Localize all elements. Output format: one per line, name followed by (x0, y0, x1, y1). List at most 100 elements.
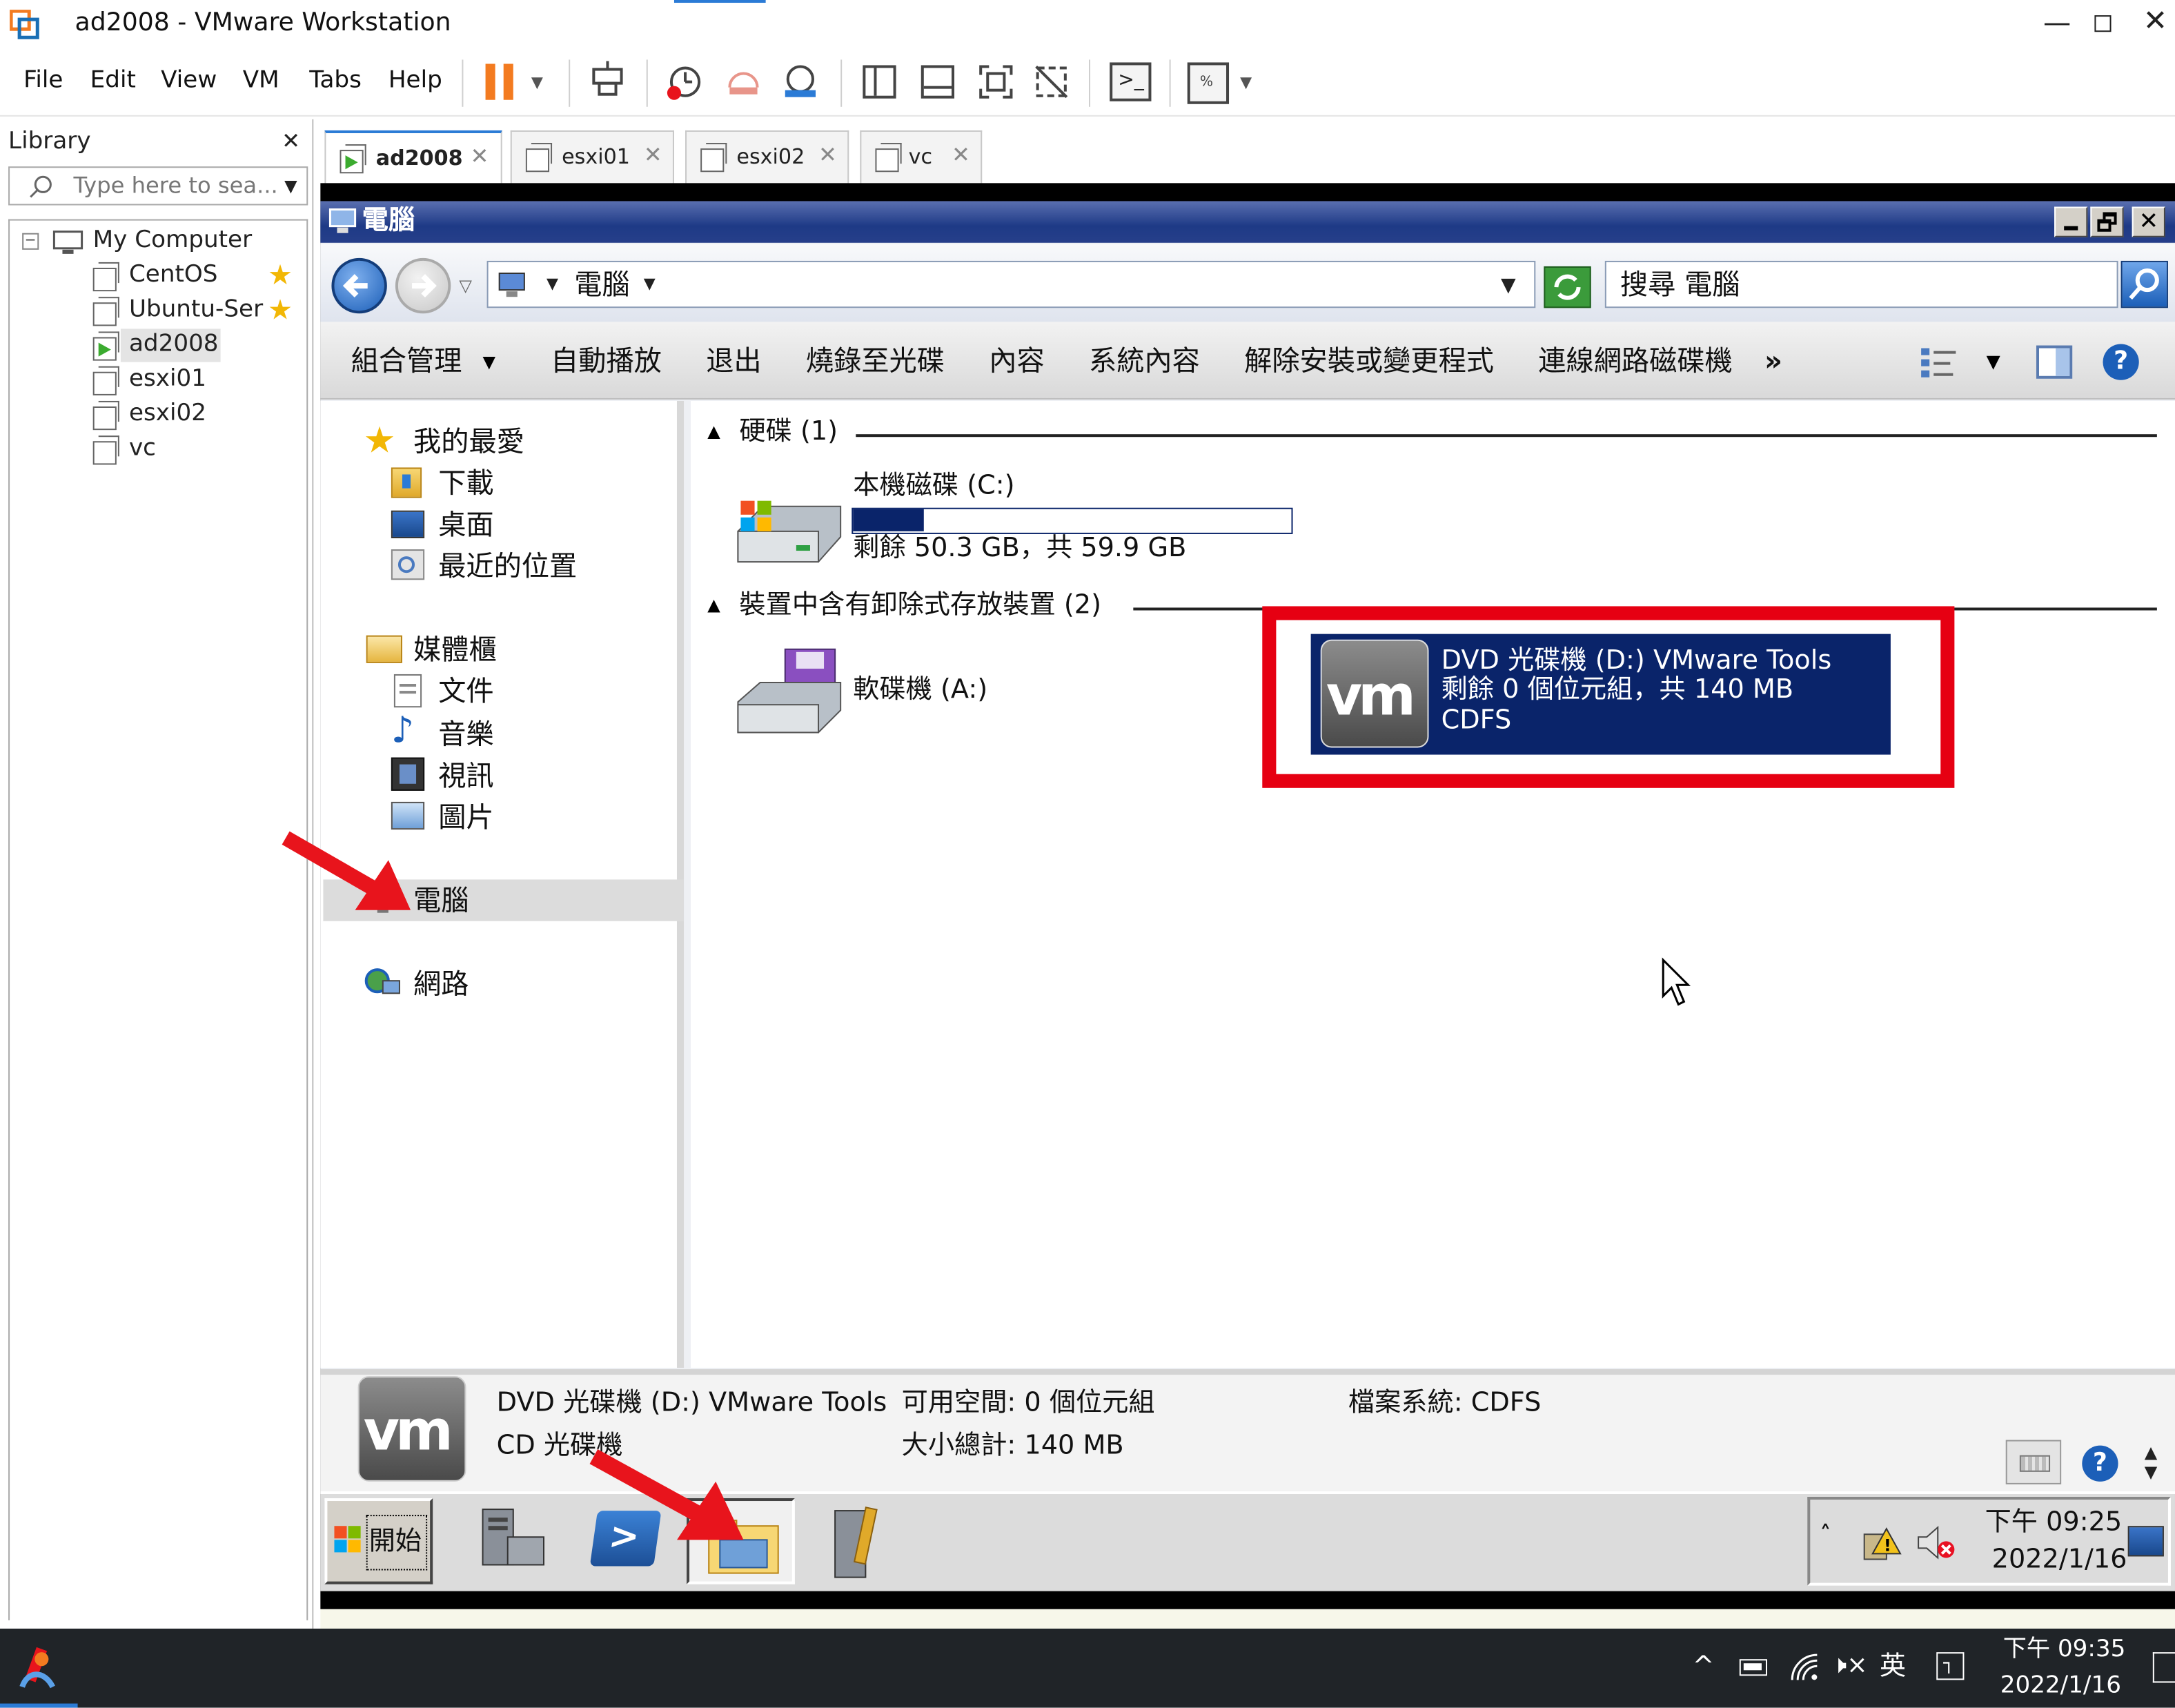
vmware-app-icon[interactable] (17, 1645, 61, 1698)
notification-icon[interactable] (2152, 1652, 2175, 1683)
tree-item-esxi01[interactable]: esxi01 (129, 367, 206, 391)
menu-view[interactable]: View (161, 69, 217, 93)
stretch-guest-icon[interactable]: % (1187, 62, 1230, 104)
tab-close-icon[interactable]: ✕ (952, 144, 970, 166)
hdd-group-header[interactable]: 硬碟 (1) (739, 418, 838, 445)
favorite-star-icon[interactable]: ★ (268, 261, 293, 288)
ime-indicator[interactable]: 英 (1880, 1653, 1906, 1680)
refresh-button[interactable] (1544, 266, 1591, 308)
tree-item-ad2008[interactable]: ad2008 (129, 332, 219, 356)
maximize-button[interactable] (2094, 15, 2112, 32)
search-dropdown-icon[interactable]: ▼ (284, 177, 297, 194)
search-button[interactable] (2120, 260, 2168, 308)
address-dropdown-icon[interactable]: ▼ (1501, 276, 1516, 295)
details-scroll-icon[interactable]: ▲ ▼ (2145, 1443, 2158, 1482)
minimize-button[interactable]: — (2043, 8, 2071, 36)
host-tray-expand-icon[interactable]: ^ (1692, 1653, 1714, 1680)
nav-videos[interactable]: 視訊 (438, 762, 493, 789)
organize-dropdown-icon[interactable]: ▼ (483, 354, 496, 371)
ime-mode-icon[interactable]: ┐ (1936, 1652, 1965, 1680)
address-input[interactable]: ▼ 電腦 ▼ ▼ (486, 260, 1536, 308)
full-screen-icon[interactable] (978, 63, 1014, 105)
forward-button[interactable] (395, 257, 451, 314)
floppy-drive-name[interactable]: 軟碟機 (A:) (853, 676, 987, 703)
tree-root-my-computer[interactable]: My Computer (93, 228, 252, 253)
thumbnail-bar-icon[interactable] (921, 65, 955, 99)
send-ctrl-alt-del-icon[interactable] (588, 61, 627, 108)
tab-esxi01[interactable]: esxi01 ✕ (510, 130, 674, 184)
battery-icon[interactable] (1739, 1659, 1767, 1676)
help-icon[interactable]: ? (2103, 344, 2139, 380)
tree-collapse-icon[interactable]: − (22, 233, 39, 250)
tab-ad2008[interactable]: ad2008 ✕ (324, 130, 502, 184)
breadcrumb-arrow-icon[interactable]: ▼ (547, 276, 558, 291)
snapshot-icon[interactable] (666, 62, 705, 106)
tray-expand-icon[interactable]: ˄ (1820, 1522, 1831, 1545)
removable-group-header[interactable]: 裝置中含有卸除式存放裝置 (2) (739, 591, 1101, 618)
cmd-organize[interactable]: 組合管理 (351, 347, 462, 375)
guest-close-button[interactable]: ✕ (2132, 206, 2165, 237)
view-dropdown-icon[interactable]: ▼ (1987, 354, 2000, 372)
nav-recent-places[interactable]: 最近的位置 (438, 552, 577, 580)
wifi-icon[interactable] (1789, 1652, 1820, 1688)
tab-vc[interactable]: vc ✕ (860, 130, 983, 184)
guest-search-input[interactable]: 搜尋 電腦 (1604, 260, 2118, 308)
tree-item-ubuntu[interactable]: Ubuntu-Ser (129, 297, 263, 322)
network-status-icon[interactable]: ! (1862, 1523, 1903, 1567)
guest-minimize-button[interactable] (2054, 206, 2088, 237)
menu-edit[interactable]: Edit (90, 69, 136, 93)
menu-file[interactable]: File (23, 69, 63, 93)
menu-help[interactable]: Help (388, 69, 442, 93)
show-desktop-icon[interactable] (2127, 1526, 2164, 1557)
show-library-icon[interactable] (863, 65, 896, 99)
pause-dropdown-icon[interactable]: ▼ (531, 75, 543, 90)
nav-downloads[interactable]: 下載 (438, 469, 493, 496)
tab-close-icon[interactable]: ✕ (818, 144, 837, 166)
host-clock-time[interactable]: 下午 09:35 (2003, 1638, 2126, 1662)
favorite-star-icon[interactable]: ★ (268, 295, 293, 323)
tree-item-esxi02[interactable]: esxi02 (129, 402, 206, 426)
pause-icon[interactable] (485, 63, 516, 100)
cmd-burn[interactable]: 燒錄至光碟 (806, 347, 945, 375)
guest-clock-time[interactable]: 下午 09:25 (1985, 1509, 2123, 1535)
nav-libraries[interactable]: 媒體櫃 (413, 636, 497, 663)
stretch-dropdown-icon[interactable]: ▼ (1240, 75, 1252, 90)
cmd-properties[interactable]: 內容 (989, 347, 1044, 375)
unity-icon[interactable] (1034, 63, 1070, 105)
preview-pane-icon[interactable] (2036, 345, 2073, 379)
nav-documents[interactable]: 文件 (438, 677, 493, 705)
volume-muted-icon[interactable] (1916, 1523, 1957, 1567)
menu-tabs[interactable]: Tabs (309, 69, 362, 93)
library-close-icon[interactable]: ✕ (282, 130, 300, 153)
local-disk-name[interactable]: 本機磁碟 (C:) (853, 472, 1014, 499)
tab-close-icon[interactable]: ✕ (470, 145, 489, 168)
nav-computer[interactable]: 電腦 (413, 887, 469, 914)
cmd-autoplay[interactable]: 自動播放 (551, 347, 662, 375)
guest-help-icon[interactable]: ? (2082, 1445, 2118, 1482)
nav-pictures[interactable]: 圖片 (438, 803, 493, 831)
hard-disk-icon[interactable] (729, 495, 846, 576)
nav-favorites[interactable]: 我的最愛 (413, 427, 524, 455)
nav-network[interactable]: 網路 (413, 970, 469, 997)
tab-close-icon[interactable]: ✕ (644, 144, 662, 166)
nav-desktop[interactable]: 桌面 (438, 511, 493, 538)
guest-clock-date[interactable]: 2022/1/16 (1992, 1546, 2127, 1573)
floppy-drive-icon[interactable] (729, 647, 846, 749)
breadcrumb-arrow-icon[interactable]: ▼ (644, 276, 656, 291)
group-collapse-icon[interactable]: ▲ (707, 596, 720, 613)
close-button[interactable]: ✕ (2143, 6, 2167, 36)
history-dropdown-icon[interactable]: ▽ (459, 277, 472, 294)
cmd-system-properties[interactable]: 系統內容 (1089, 347, 1200, 375)
cmd-more[interactable]: » (1764, 347, 1782, 375)
tree-item-vc[interactable]: vc (129, 436, 156, 460)
group-collapse-icon[interactable]: ▲ (707, 423, 720, 440)
view-options-icon[interactable] (1920, 346, 1958, 384)
library-search-input[interactable]: Type here to sea... ▼ (8, 166, 308, 206)
back-button[interactable] (331, 257, 387, 314)
revert-snapshot-icon[interactable] (724, 62, 762, 106)
server-manager-icon[interactable] (478, 1506, 550, 1582)
cmd-map-network-drive[interactable]: 連線網路磁碟機 (1538, 347, 1732, 375)
start-button[interactable]: 開始 (324, 1498, 433, 1584)
nav-music[interactable]: 音樂 (438, 720, 493, 747)
speaker-muted-icon[interactable]: 🕨× (1831, 1653, 1867, 1678)
